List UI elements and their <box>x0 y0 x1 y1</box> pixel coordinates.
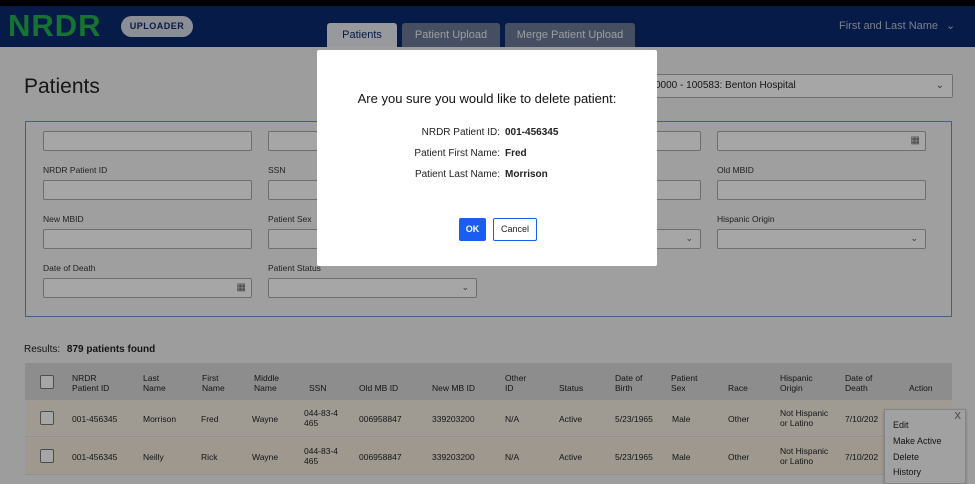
delete-confirm-dialog: Are you sure you would like to delete pa… <box>317 50 657 266</box>
dialog-first-name-label: Patient First Name: <box>414 148 500 159</box>
dialog-patient-id-value: 001-456345 <box>505 127 559 138</box>
ok-button[interactable]: OK <box>459 218 486 241</box>
dialog-first-name-value: Fred <box>505 148 527 159</box>
dialog-last-name-label: Patient Last Name: <box>414 169 500 180</box>
dialog-title: Are you sure you would like to delete pa… <box>357 91 617 106</box>
dialog-last-name-value: Morrison <box>505 169 548 180</box>
cancel-button[interactable]: Cancel <box>493 218 537 241</box>
dialog-patient-id-label: NRDR Patient ID: <box>421 127 500 138</box>
